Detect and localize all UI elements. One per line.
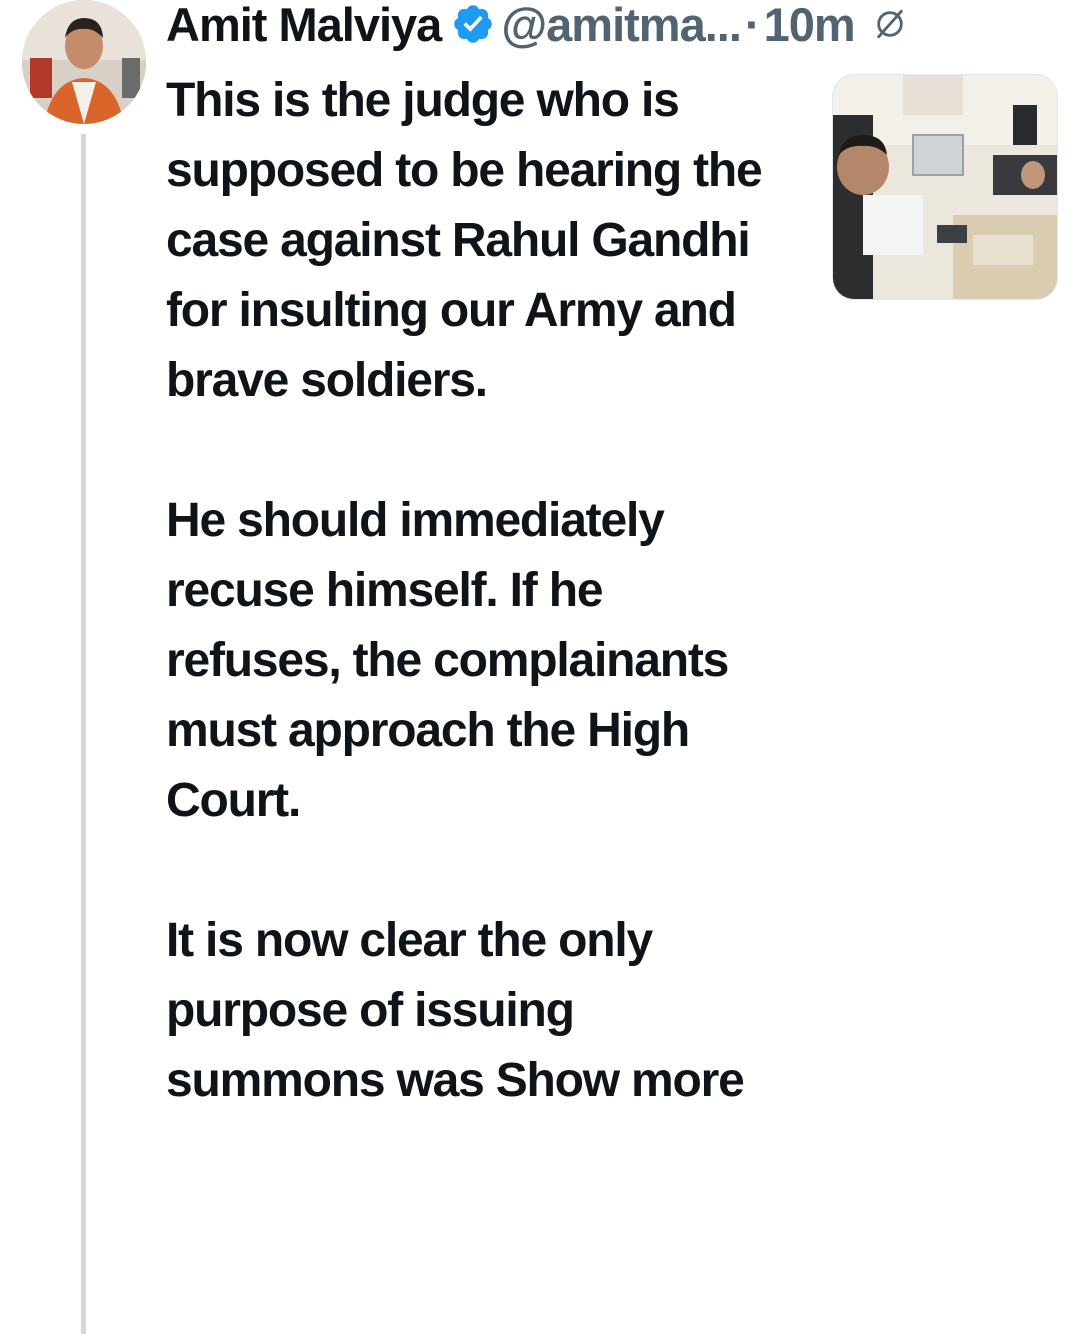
tweet[interactable]: Amit Malviya @amitma... · 10m This is th… <box>0 0 1080 1334</box>
grok-icon[interactable] <box>873 7 907 41</box>
timestamp[interactable]: 10m <box>764 0 856 52</box>
verified-badge-icon[interactable] <box>451 2 495 46</box>
tweet-paragraph-1: This is the judge who is supposed to be … <box>166 74 774 407</box>
author-name[interactable]: Amit Malviya <box>166 0 442 52</box>
tweet-media-image[interactable] <box>832 74 1058 300</box>
tweet-header: Amit Malviya @amitma... · 10m <box>166 0 907 54</box>
author-handle[interactable]: @amitma... <box>501 0 742 52</box>
tweet-paragraph-2: He should immediately recuse himself. If… <box>166 494 741 827</box>
courtroom-photo <box>833 75 1057 299</box>
thread-line <box>81 134 86 1334</box>
tweet-text: This is the judge who is supposed to be … <box>166 66 786 1116</box>
avatar-image <box>22 0 146 124</box>
separator-dot: · <box>744 0 761 51</box>
show-more-link[interactable]: Show more <box>496 1054 745 1107</box>
avatar[interactable] <box>22 0 146 124</box>
